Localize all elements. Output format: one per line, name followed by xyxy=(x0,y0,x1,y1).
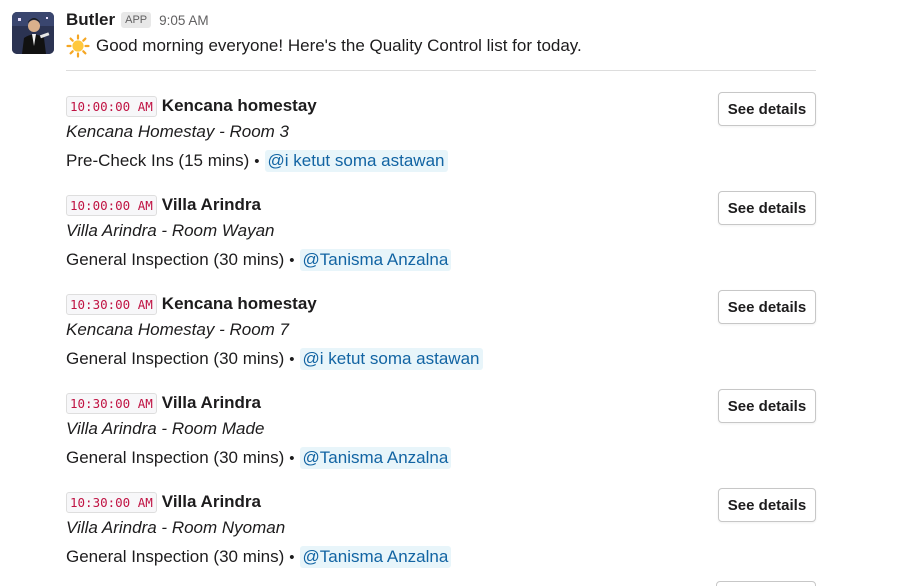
see-details-button[interactable]: See details xyxy=(718,290,816,324)
assignee-mention[interactable]: @Tanisma Anzalna xyxy=(299,447,452,469)
task-title-line: 10:30:00 AM Villa Arindra xyxy=(66,391,261,415)
see-details-button[interactable]: See details xyxy=(718,389,816,423)
task-list: 10:00:00 AM Kencana homestay Kencana Hom… xyxy=(66,92,816,586)
see-details-button[interactable]: See details xyxy=(718,488,816,522)
task-title-line: 10:00:00 AM Kencana homestay xyxy=(66,94,317,118)
property-name: Kencana homestay xyxy=(161,294,317,313)
task-detail-line: General Inspection (30 mins) • @Tanisma … xyxy=(66,445,452,471)
property-name: Villa Arindra xyxy=(161,195,261,214)
task-detail-line: Pre-Check Ins (15 mins) • @i ketut soma … xyxy=(66,148,448,174)
message-header: Butler APP 9:05 AM xyxy=(66,9,209,31)
task-item: 10:30:00 AM Villa Arindra Villa Arindra … xyxy=(66,389,816,488)
bot-message: Butler APP 9:05 AM Good morning everyone… xyxy=(0,0,907,586)
see-details-button[interactable]: See details xyxy=(718,92,816,126)
bullet-separator: • xyxy=(254,152,260,170)
task-time: 10:30:00 AM xyxy=(66,392,157,414)
assignee-mention[interactable]: @Tanisma Anzalna xyxy=(299,249,452,271)
greeting-text: Good morning everyone! Here's the Qualit… xyxy=(96,36,582,55)
sun-icon xyxy=(66,34,90,58)
task-time: 10:00:00 AM xyxy=(66,194,157,216)
inspection-type: General Inspection (30 mins) xyxy=(66,547,285,566)
inspection-type: Pre-Check Ins (15 mins) xyxy=(66,151,250,170)
task-time: 10:30:00 AM xyxy=(66,491,157,513)
task-time: 10:00:00 AM xyxy=(66,95,157,117)
property-name: Villa Arindra xyxy=(161,492,261,511)
see-details-button[interactable]: See details xyxy=(718,191,816,225)
task-time: 10:30:00 AM xyxy=(66,293,157,315)
task-title-line: 10:30:00 AM Kencana homestay xyxy=(66,292,317,316)
sender-name[interactable]: Butler xyxy=(66,10,115,30)
property-name: Villa Arindra xyxy=(161,393,261,412)
task-item: 10:30:00 AM Kencana homestay Kencana Hom… xyxy=(66,290,816,389)
room-name: Villa Arindra - Room Wayan xyxy=(66,221,275,240)
task-title-line: 10:00:00 AM Villa Arindra xyxy=(66,193,261,217)
message-timestamp[interactable]: 9:05 AM xyxy=(159,13,209,28)
divider xyxy=(66,70,816,71)
assignee-mention[interactable]: @i ketut soma astawan xyxy=(264,150,448,172)
bullet-separator: • xyxy=(289,548,295,566)
task-item: 10:00:00 AM Kencana homestay Kencana Hom… xyxy=(66,92,816,191)
task-item: 10:00:00 AM Villa Arindra Villa Arindra … xyxy=(66,191,816,290)
task-item: 10:30:00 AM Villa Arindra Villa Arindra … xyxy=(66,488,816,586)
next-see-details-button[interactable] xyxy=(716,581,816,586)
task-detail-line: General Inspection (30 mins) • @i ketut … xyxy=(66,346,483,372)
bullet-separator: • xyxy=(289,251,295,269)
app-badge: APP xyxy=(121,12,152,28)
bullet-separator: • xyxy=(289,449,295,467)
room-name: Kencana Homestay - Room 7 xyxy=(66,320,289,339)
room-name: Kencana Homestay - Room 3 xyxy=(66,122,289,141)
inspection-type: General Inspection (30 mins) xyxy=(66,448,285,467)
task-detail-line: General Inspection (30 mins) • @Tanisma … xyxy=(66,247,452,273)
room-name: Villa Arindra - Room Made xyxy=(66,419,265,438)
assignee-mention[interactable]: @Tanisma Anzalna xyxy=(299,546,452,568)
task-detail-line: General Inspection (30 mins) • @Tanisma … xyxy=(66,544,452,570)
avatar[interactable] xyxy=(12,12,54,54)
inspection-type: General Inspection (30 mins) xyxy=(66,349,285,368)
bullet-separator: • xyxy=(289,350,295,368)
greeting-line: Good morning everyone! Here's the Qualit… xyxy=(66,34,582,58)
task-title-line: 10:30:00 AM Villa Arindra xyxy=(66,490,261,514)
assignee-mention[interactable]: @i ketut soma astawan xyxy=(299,348,483,370)
property-name: Kencana homestay xyxy=(161,96,317,115)
inspection-type: General Inspection (30 mins) xyxy=(66,250,285,269)
room-name: Villa Arindra - Room Nyoman xyxy=(66,518,286,537)
butler-avatar-icon xyxy=(12,12,54,54)
